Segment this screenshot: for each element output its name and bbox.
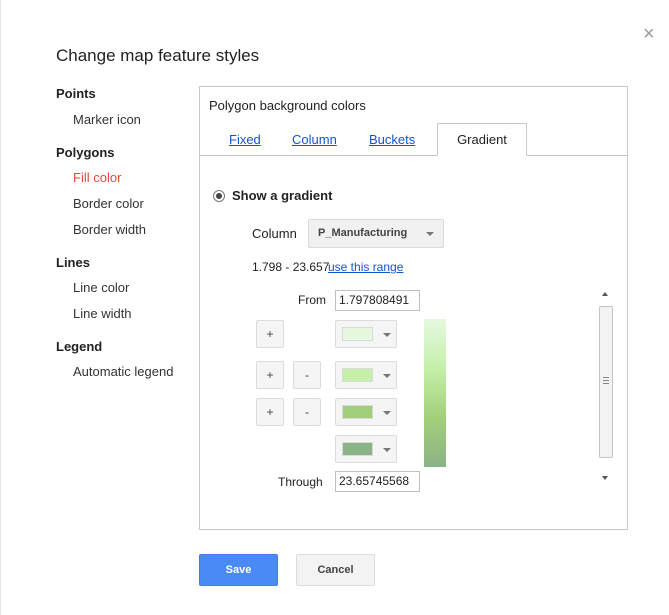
through-label: Through (278, 475, 323, 489)
color-swatch (342, 442, 373, 456)
scrollbar-grip-icon (603, 377, 609, 384)
color-swatch (342, 405, 373, 419)
chevron-down-icon (383, 448, 391, 452)
chevron-down-icon (383, 411, 391, 415)
tab-gradient[interactable]: Gradient (437, 123, 527, 156)
nav-section-legend: Legend (56, 339, 103, 354)
nav-item-line-width[interactable]: Line width (73, 306, 132, 321)
tab-buckets[interactable]: Buckets (369, 132, 415, 147)
through-input[interactable]: 23.65745568 (335, 471, 420, 492)
from-label: From (298, 293, 326, 307)
nav-section-points: Points (56, 86, 96, 101)
nav-item-fill-color[interactable]: Fill color (73, 170, 121, 185)
page-left-rule (0, 0, 1, 615)
chevron-down-icon (426, 232, 434, 236)
add-color-button[interactable]: + (256, 320, 284, 348)
gradient-preview-bar (424, 319, 446, 467)
nav-item-border-color[interactable]: Border color (73, 196, 144, 211)
remove-color-button[interactable]: - (293, 361, 321, 389)
color-swatch (342, 368, 373, 382)
color-swatch (342, 327, 373, 341)
nav-section-polygons: Polygons (56, 145, 115, 160)
show-gradient-radio[interactable] (213, 190, 225, 202)
remove-color-button[interactable]: - (293, 398, 321, 426)
column-label: Column (252, 226, 297, 241)
chevron-down-icon (383, 374, 391, 378)
color-picker-1[interactable] (335, 320, 397, 348)
tab-divider (200, 155, 627, 156)
close-icon[interactable]: × (643, 24, 655, 44)
scroll-down-arrow-icon[interactable] (602, 476, 608, 480)
cancel-button[interactable]: Cancel (296, 554, 375, 586)
color-picker-4[interactable] (335, 435, 397, 463)
nav-item-automatic-legend[interactable]: Automatic legend (73, 364, 173, 379)
chevron-down-icon (383, 333, 391, 337)
dialog-title: Change map feature styles (56, 46, 260, 65)
show-gradient-label[interactable]: Show a gradient (232, 188, 332, 203)
color-picker-2[interactable] (335, 361, 397, 389)
from-input[interactable]: 1.797808491 (335, 290, 420, 311)
nav-section-lines: Lines (56, 255, 90, 270)
use-this-range-link[interactable]: use this range (328, 260, 403, 274)
panel-header: Polygon background colors (209, 98, 366, 113)
column-select-value: P_Manufacturing (318, 227, 408, 239)
range-text: 1.798 - 23.657 (252, 260, 330, 274)
add-color-button[interactable]: + (256, 361, 284, 389)
tab-column[interactable]: Column (292, 132, 337, 147)
scroll-up-arrow-icon[interactable] (602, 292, 608, 296)
nav-item-border-width[interactable]: Border width (73, 222, 146, 237)
add-color-button[interactable]: + (256, 398, 284, 426)
nav-item-marker-icon[interactable]: Marker icon (73, 112, 141, 127)
polygon-color-panel: Polygon background colors Fixed Column B… (199, 86, 628, 530)
column-select[interactable]: P_Manufacturing (308, 219, 444, 248)
nav-item-line-color[interactable]: Line color (73, 280, 129, 295)
tab-fixed[interactable]: Fixed (229, 132, 261, 147)
save-button[interactable]: Save (199, 554, 278, 586)
color-picker-3[interactable] (335, 398, 397, 426)
